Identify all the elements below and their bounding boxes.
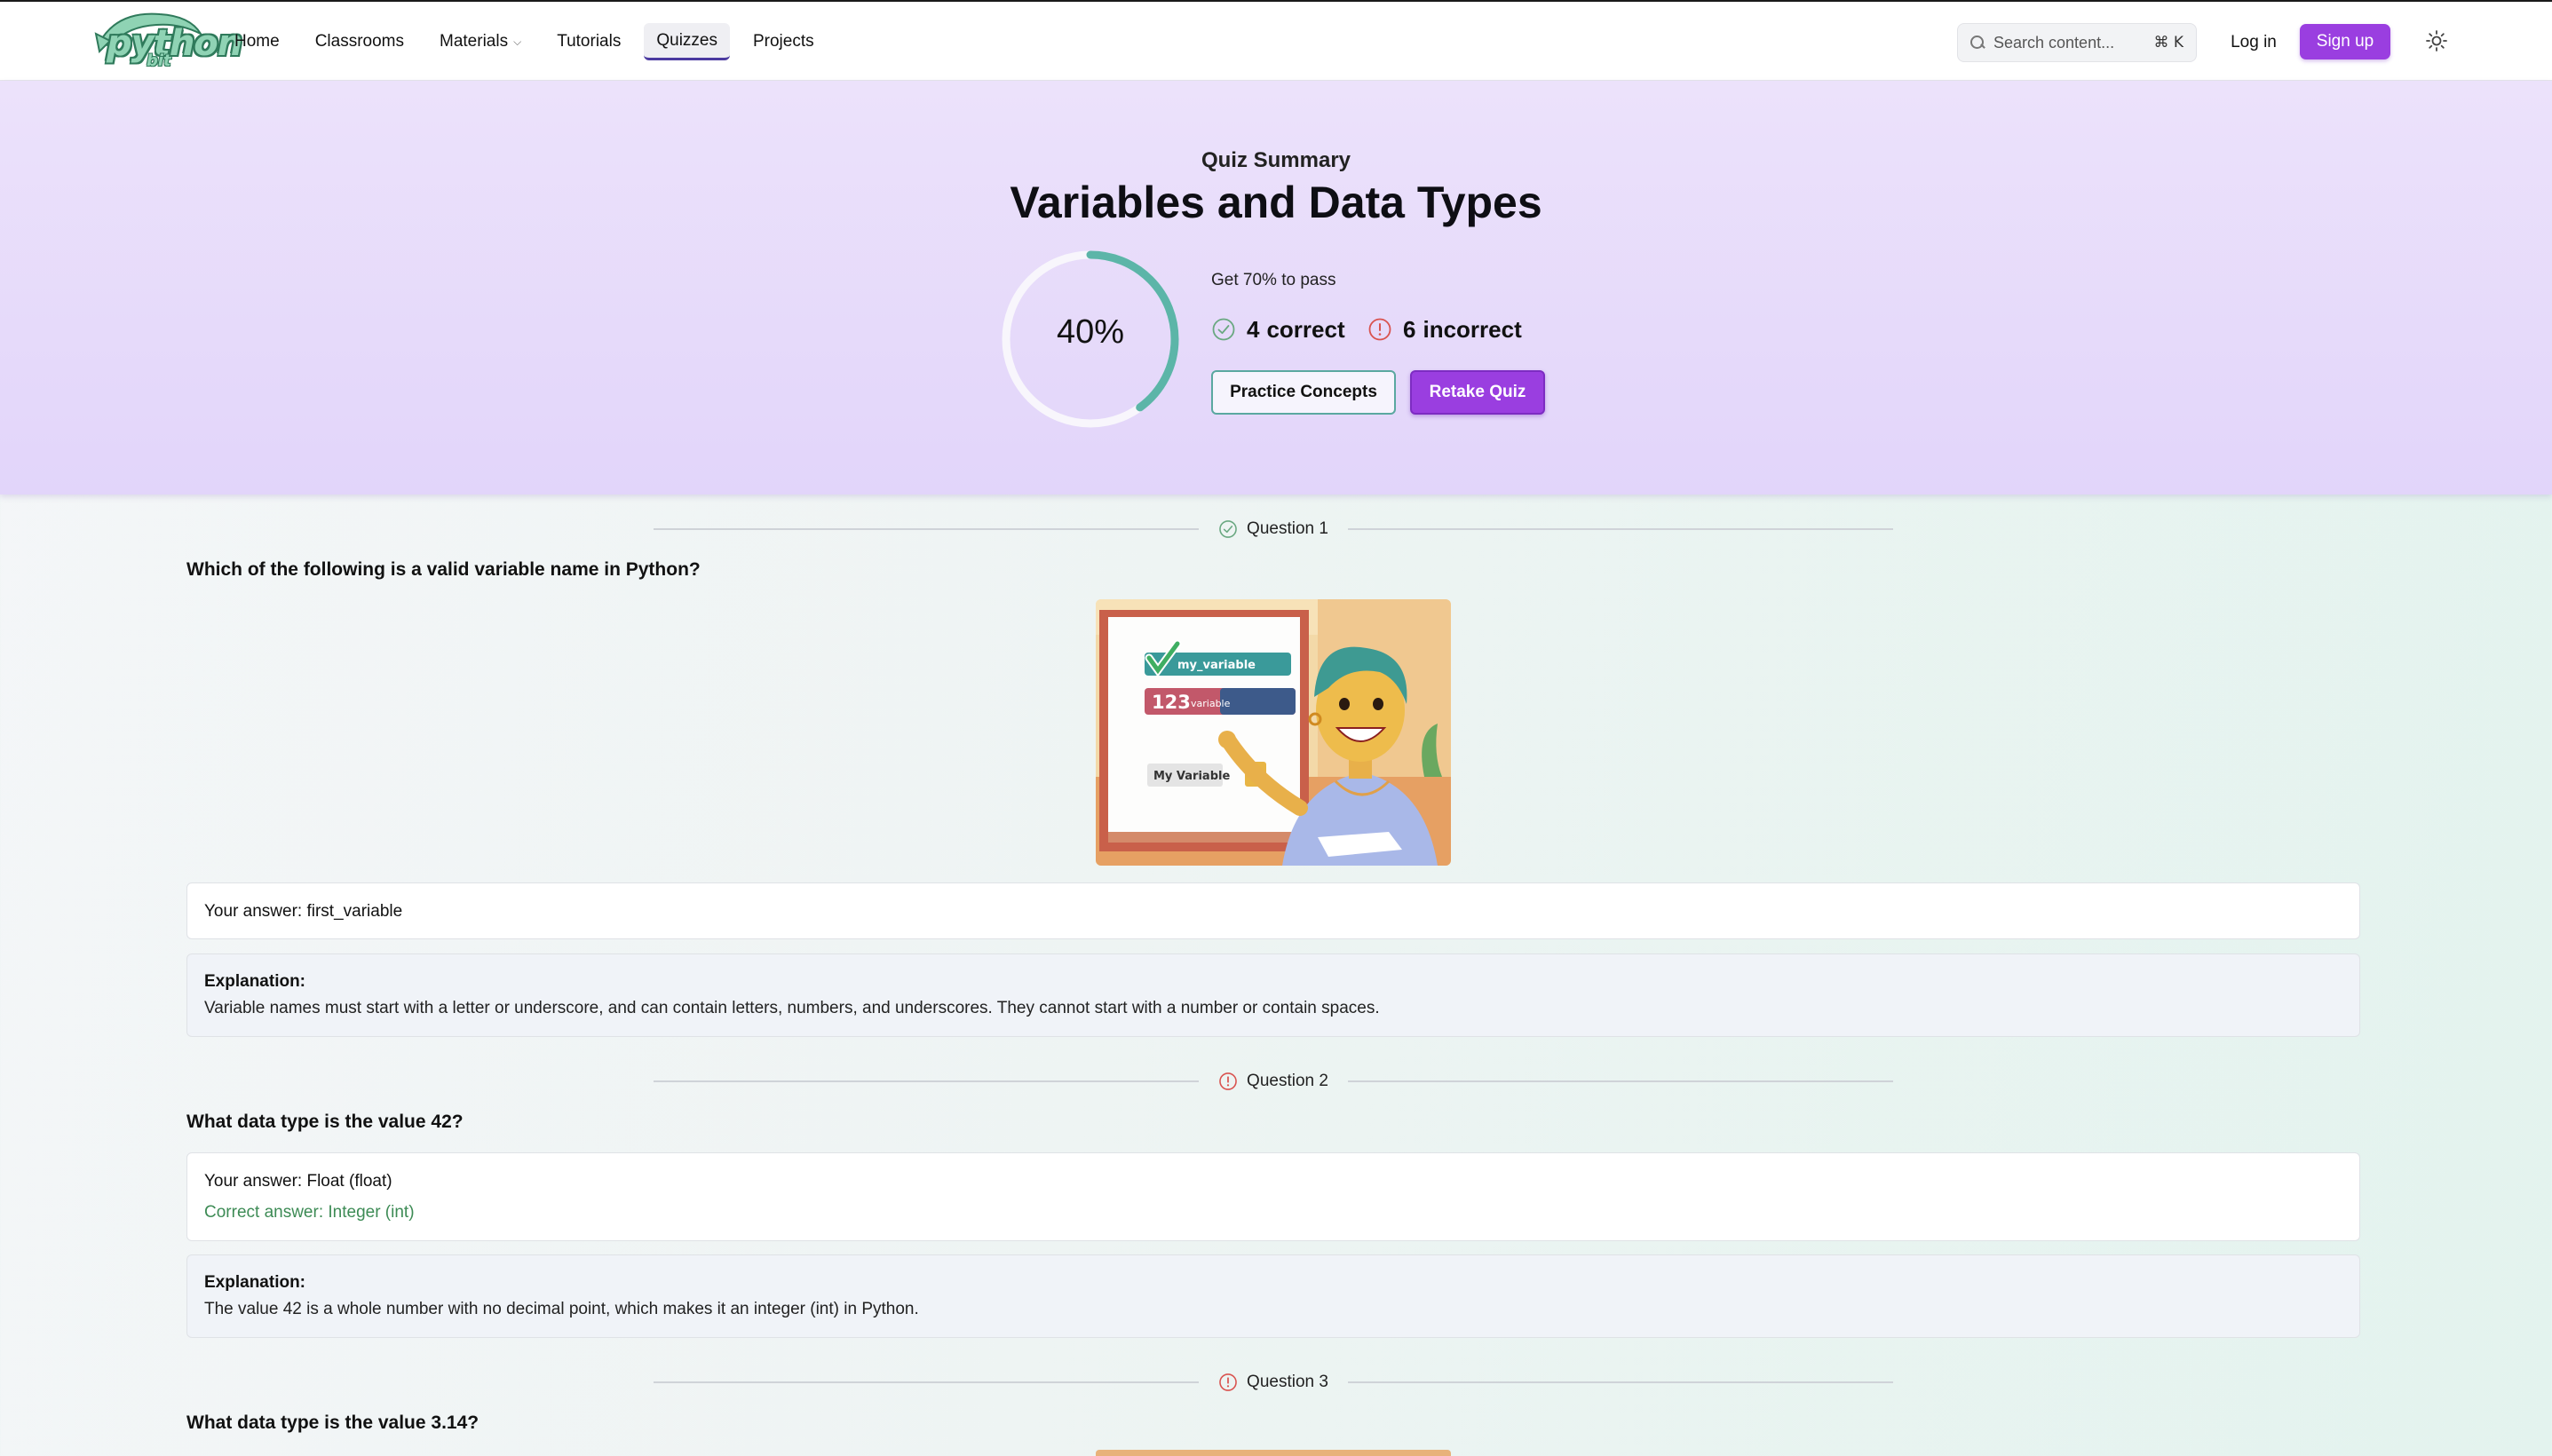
quiz-summary: Quiz Summary Variables and Data Types 40… [0, 81, 2552, 495]
explanation-title: Explanation: [204, 972, 306, 991]
board-row-2-number: 123 [1152, 692, 1191, 713]
your-answer: Your answer: Float (float) [204, 1172, 392, 1191]
search-shortcut: ⌘ K [2153, 34, 2183, 51]
check-circle-icon [1219, 520, 1237, 538]
your-answer-box: Your answer: first_variable [186, 882, 2360, 939]
your-answer: Your answer: first_variable [204, 902, 403, 921]
nav-home[interactable]: Home [222, 23, 292, 60]
nav-quizzes[interactable]: Quizzes [644, 23, 730, 60]
check-circle-icon [1212, 318, 1235, 341]
question-divider: Question 1 [654, 516, 1893, 542]
question-label: Question 2 [1247, 1072, 1328, 1090]
board-row-3-text: My Variable [1153, 770, 1230, 783]
login-button[interactable]: Log in [2220, 23, 2287, 62]
explanation-box: Explanation: Variable names must start w… [186, 954, 2360, 1037]
logo-subtext: bit [147, 51, 171, 70]
explanation-box: Explanation: The value 42 is a whole num… [186, 1254, 2360, 1338]
alert-circle-icon [1219, 1072, 1237, 1090]
correct-answer: Correct answer: Integer (int) [204, 1203, 415, 1222]
question-text: What data type is the value 42? [186, 1112, 464, 1132]
summary-kicker: Quiz Summary [1201, 148, 1351, 172]
alert-circle-icon [1219, 1373, 1237, 1391]
sun-icon[interactable] [2424, 28, 2449, 53]
question-divider: Question 2 [654, 1068, 1893, 1095]
signup-button[interactable]: Sign up [2300, 24, 2390, 59]
board-row-1-text: my_variable [1177, 659, 1256, 672]
question-illustration: my_variable 123 variable My Variable X [1096, 599, 1451, 866]
explanation-text: The value 42 is a whole number with no d… [204, 1300, 919, 1318]
question-illustration [1096, 1450, 1451, 1456]
alert-circle-icon [1368, 318, 1391, 341]
question-label: Question 3 [1247, 1373, 1328, 1391]
nav-materials[interactable]: Materials ⌵ [427, 23, 534, 60]
explanation-text: Variable names must start with a letter … [204, 999, 1380, 1017]
incorrect-label: incorrect [1423, 315, 1522, 343]
incorrect-count: 6 [1403, 315, 1416, 343]
your-answer-box: Your answer: Float (float) Correct answe… [186, 1152, 2360, 1241]
practice-concepts-button[interactable]: Practice Concepts [1211, 370, 1396, 415]
question-text: What data type is the value 3.14? [186, 1412, 479, 1433]
correct-stat: 4 correct [1211, 315, 1345, 344]
top-navbar: python bit Home Classrooms Materials ⌵ T… [0, 0, 2552, 81]
incorrect-stat: 6 incorrect [1367, 315, 1522, 344]
nav-materials-label: Materials [440, 32, 509, 51]
main-nav: Home Classrooms Materials ⌵ Tutorials Qu… [222, 23, 827, 60]
pass-requirement: Get 70% to pass [1211, 271, 1336, 289]
nav-projects[interactable]: Projects [741, 23, 827, 60]
nav-classrooms[interactable]: Classrooms [303, 23, 416, 60]
retake-quiz-button[interactable]: Retake Quiz [1410, 370, 1545, 415]
search-input[interactable]: Search content... ⌘ K [1957, 23, 2197, 62]
search-icon [1970, 36, 1985, 50]
question-divider: Question 3 [654, 1369, 1893, 1396]
explanation-title: Explanation: [204, 1273, 306, 1292]
search-placeholder: Search content... [1993, 33, 2115, 51]
question-text: Which of the following is a valid variab… [186, 559, 701, 580]
chevron-down-icon: ⌵ [513, 35, 522, 48]
score-percent: 40% [1056, 313, 1125, 351]
question-label: Question 1 [1247, 519, 1328, 538]
quiz-title: Variables and Data Types [1010, 178, 1542, 227]
nav-tutorials[interactable]: Tutorials [544, 23, 633, 60]
board-row-2-text: variable [1191, 698, 1231, 709]
correct-label: correct [1266, 315, 1345, 343]
correct-count: 4 [1247, 315, 1260, 343]
